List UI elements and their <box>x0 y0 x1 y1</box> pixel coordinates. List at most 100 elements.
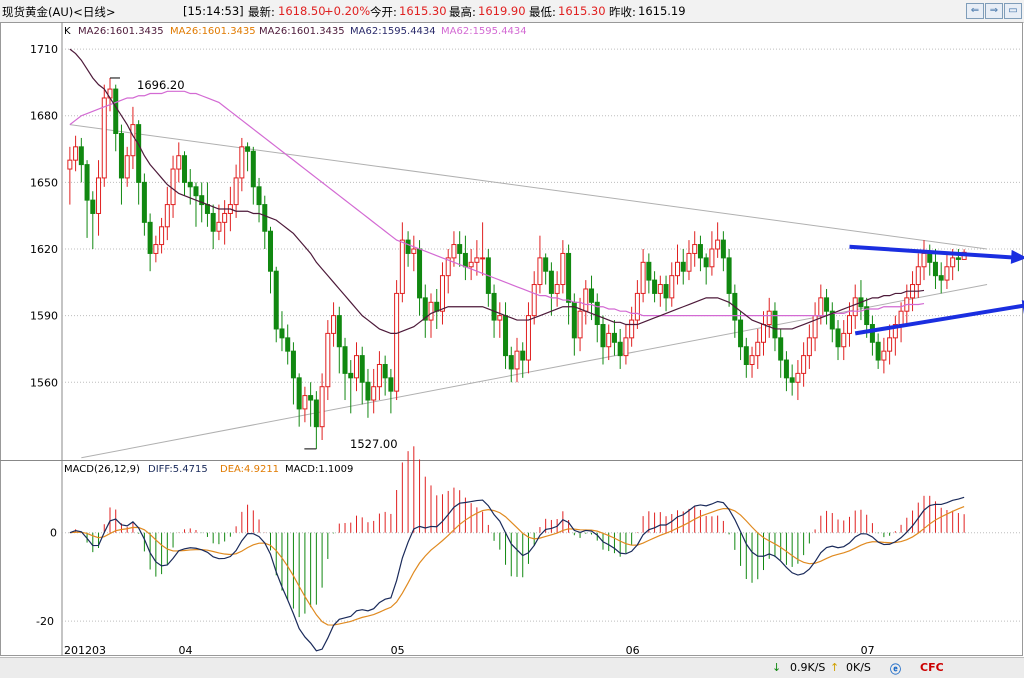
candle-body <box>806 337 812 357</box>
candle-body <box>525 315 531 361</box>
price-tick-label: 1650 <box>30 176 58 189</box>
candle-body <box>365 381 371 401</box>
candle-body <box>520 350 526 361</box>
candle-body <box>153 244 159 254</box>
candle-body <box>950 257 956 268</box>
candle-body <box>566 252 572 303</box>
macd-legend-dea: DEA:4.9211 <box>220 464 279 475</box>
candle-body <box>589 288 595 303</box>
candle-body <box>388 377 394 392</box>
restore-button[interactable]: ▭ <box>1004 3 1022 19</box>
candles-layer <box>67 77 967 449</box>
low-label: 最低: <box>529 5 556 19</box>
candle-body <box>703 257 709 268</box>
candle-body <box>887 337 893 352</box>
candle-body <box>262 204 268 232</box>
candle-body <box>136 124 142 183</box>
macd-layer <box>69 446 965 652</box>
ma62-legend-1: MA62:1595.4434 <box>350 26 436 37</box>
candle-body <box>78 146 84 166</box>
high-value: 1619.90 <box>478 4 526 18</box>
candle-body <box>182 155 188 183</box>
candle-body <box>371 386 377 401</box>
candle-body <box>634 292 640 321</box>
macd-tick-label: 0 <box>50 527 57 540</box>
upload-speed: 0K/S <box>846 661 871 674</box>
prev-close-label: 昨收: <box>609 5 636 19</box>
browser-icon[interactable]: ⓔ <box>890 661 901 677</box>
candle-body <box>898 310 904 326</box>
low-value: 1615.30 <box>558 4 606 18</box>
candle-body <box>915 266 921 286</box>
candle-body <box>646 261 652 281</box>
candle-body <box>944 266 950 281</box>
candle-body <box>760 324 767 343</box>
high-annotation: 1696.20 <box>137 78 185 92</box>
date-tick-label: 201203 <box>64 644 106 657</box>
candle-body <box>932 261 938 277</box>
candle-body <box>308 395 314 401</box>
ma62-legend-2: MA62:1595.4434 <box>441 26 527 37</box>
candle-body <box>606 332 612 348</box>
candle-body <box>548 270 554 294</box>
macd-tick-label: -20 <box>36 615 54 628</box>
candle-body <box>491 292 497 321</box>
candle-body <box>462 252 468 268</box>
candle-body <box>187 181 193 188</box>
candle-body <box>801 355 807 374</box>
back-button[interactable]: ⇐ <box>966 3 984 19</box>
candle-body <box>101 97 107 179</box>
candle-body <box>537 257 543 286</box>
quote-header: 现货黄金(AU)<日线> [15:14:53] 最新: 1618.50 +0.2… <box>0 0 1024 23</box>
forward-button[interactable]: ⇒ <box>985 3 1003 19</box>
candle-body <box>554 284 560 294</box>
candle-body <box>543 257 549 272</box>
candle-body <box>90 199 96 214</box>
candle-body <box>881 350 887 361</box>
candle-body <box>686 252 692 272</box>
candle-body <box>210 212 216 232</box>
candle-body <box>239 146 245 179</box>
candle-body <box>302 395 308 410</box>
candle-body <box>336 315 342 348</box>
candle-body <box>795 372 801 383</box>
candle-body <box>428 301 434 321</box>
candle-body <box>193 186 199 197</box>
candle-body <box>600 324 606 348</box>
price-tick-label: 1620 <box>30 243 58 256</box>
candle-body <box>824 297 830 312</box>
candle-body <box>783 359 789 379</box>
candle-body <box>955 257 961 260</box>
candle-body <box>629 319 635 339</box>
candle-body <box>577 310 583 339</box>
candle-body <box>296 377 302 410</box>
candle-body <box>789 377 795 383</box>
candle-body <box>468 261 474 268</box>
arrow-layer <box>849 244 1024 336</box>
candle-body <box>623 337 629 357</box>
candle-body <box>67 159 73 170</box>
candle-body <box>147 221 153 254</box>
ma62-line <box>69 90 925 317</box>
candle-body <box>715 239 721 250</box>
candle-body <box>382 363 388 379</box>
macd-legend-title: MACD(26,12,9) <box>64 464 140 475</box>
candle-body <box>726 257 732 294</box>
candle-body <box>697 244 703 259</box>
candle-body <box>256 186 262 206</box>
price-tick-label: 1560 <box>30 376 58 389</box>
latest-value: 1618.50 <box>278 4 326 18</box>
kline-chart[interactable]: 1560 1590 1620 1650 1680 1710 -20 0 201203 04 05 06… <box>0 22 1024 657</box>
candle-body <box>359 355 365 383</box>
candle-body <box>657 284 663 294</box>
latest-label: 最新: <box>248 5 275 19</box>
candle-body <box>159 226 165 246</box>
candle-body <box>170 168 176 206</box>
candle-body <box>921 252 927 268</box>
download-speed: 0.9K/S <box>790 661 826 674</box>
candle-body <box>497 315 503 321</box>
quote-time: [15:14:53] <box>183 4 244 18</box>
candle-body <box>164 204 170 228</box>
candle-body <box>692 244 698 254</box>
open-value: 1615.30 <box>399 4 447 18</box>
